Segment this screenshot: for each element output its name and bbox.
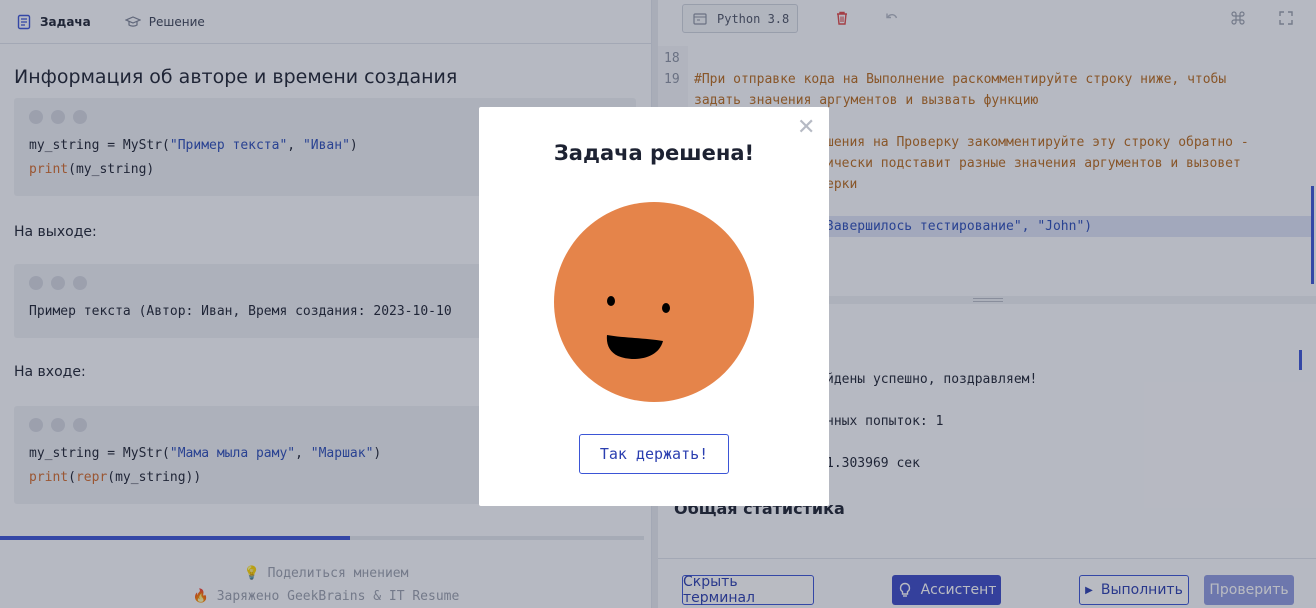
close-icon[interactable]: ✕ [797,117,815,139]
smiley-face-icon [554,202,754,402]
modal-title: Задача решена! [553,141,755,165]
success-modal: ✕ Задача решена! Так держать! [479,107,829,506]
keep-it-up-button[interactable]: Так держать! [579,434,729,474]
